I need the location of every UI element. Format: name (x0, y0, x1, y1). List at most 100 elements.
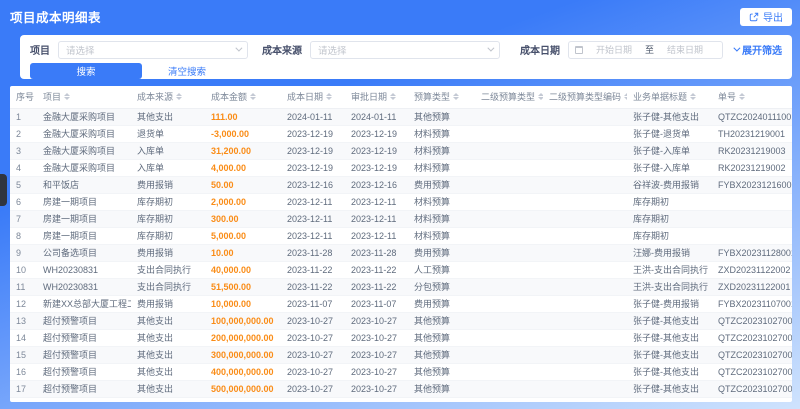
sort-icon[interactable] (624, 93, 627, 101)
sort-icon[interactable] (739, 93, 746, 101)
cell-budget-type2 (475, 312, 543, 330)
cell-budget-type: 分包预算 (408, 278, 475, 296)
cost-date-filter-label: 成本日期 (520, 46, 560, 57)
cell-cost-source: 入库单 (131, 159, 205, 177)
cell-doc-title: 张子健-其他支出 (627, 380, 712, 398)
cell-cost-date: 2023-11-22 (281, 261, 345, 279)
cell-no: 4 (10, 159, 37, 177)
cell-approve-date: 2023-10-27 (345, 346, 408, 364)
column-header-doc-title[interactable]: 业务单据标题 (627, 86, 712, 109)
export-button[interactable]: 导出 (740, 7, 792, 26)
sort-icon[interactable] (250, 93, 257, 101)
table-row[interactable]: 7 房建一期项目 库存期初 300.00 2023-12-11 2023-12-… (10, 210, 792, 228)
cell-no: 10 (10, 261, 37, 279)
sort-icon[interactable] (538, 93, 543, 101)
cell-cost-source: 其他支出 (131, 108, 205, 126)
sort-icon[interactable] (453, 93, 460, 101)
cell-cost-date: 2023-11-22 (281, 278, 345, 296)
cell-doc-title: 张子健-其他支出 (627, 108, 712, 126)
cell-budget-type: 材料预算 (408, 125, 475, 143)
side-drawer-handle[interactable] (0, 174, 7, 206)
cell-approve-date: 2023-12-19 (345, 159, 408, 177)
column-header-cost-date[interactable]: 成本日期 (281, 86, 345, 109)
end-date-input[interactable]: 结束日期 (654, 43, 716, 56)
cell-cost-amount: 51,500.00 (205, 278, 281, 296)
cell-doc-no (712, 210, 792, 228)
cell-doc-no: QTZC20231027002 (712, 329, 792, 347)
cell-budget-type2 (475, 125, 543, 143)
table-row[interactable]: 17 超付预警项目 其他支出 500,000,000.00 2023-10-27… (10, 380, 792, 398)
table-row[interactable]: 10 WH20230831 支出合同执行 40,000.00 2023-11-2… (10, 261, 792, 279)
cell-budget-type: 其他预算 (408, 346, 475, 364)
table-row[interactable]: 13 超付预警项目 其他支出 100,000,000.00 2023-10-27… (10, 312, 792, 330)
cell-budget-code (543, 261, 627, 279)
cell-doc-title: 王洪-支出合同执行 (627, 261, 712, 279)
cell-doc-title: 谷祥波-费用报销 (627, 176, 712, 194)
search-button[interactable]: 搜索 (30, 63, 142, 79)
cell-cost-amount: 40,000.00 (205, 261, 281, 279)
cell-doc-no: QTZC20240111001 (712, 108, 792, 126)
column-header-budget-type2[interactable]: 二级预算类型 (475, 86, 543, 109)
table-row[interactable]: 9 公司备选项目 费用报销 10.00 2023-11-28 2023-11-2… (10, 244, 792, 262)
cell-cost-source: 退货单 (131, 125, 205, 143)
cell-budget-type: 费用预算 (408, 295, 475, 313)
table-row[interactable]: 11 WH20230831 支出合同执行 51,500.00 2023-11-2… (10, 278, 792, 296)
cell-budget-type2 (475, 363, 543, 381)
clear-search-link[interactable]: 清空搜索 (168, 64, 206, 78)
table-row[interactable]: 5 和平饭店 费用报销 50.00 2023-12-16 2023-12-16 … (10, 176, 792, 194)
cell-no: 6 (10, 193, 37, 211)
cell-approve-date: 2023-10-27 (345, 312, 408, 330)
sort-icon[interactable] (390, 93, 397, 101)
column-header-cost-source[interactable]: 成本来源 (131, 86, 205, 109)
table-row[interactable]: 3 金融大厦采购项目 入库单 31,200.00 2023-12-19 2023… (10, 142, 792, 160)
cell-project: 超付预警项目 (37, 346, 131, 364)
table-row[interactable]: 6 房建一期项目 库存期初 2,000.00 2023-12-11 2023-1… (10, 193, 792, 211)
column-header-budget-code[interactable]: 二级预算类型编码 (543, 86, 627, 109)
column-header-project[interactable]: 项目 (37, 86, 131, 109)
cell-cost-date: 2023-12-16 (281, 176, 345, 194)
cell-doc-no: FYBX20231107001 (712, 295, 792, 313)
cell-budget-type2 (475, 380, 543, 398)
table-row[interactable]: 12 新建XX总部大厦工程二期 费用报销 10,000.00 2023-11-0… (10, 295, 792, 313)
cost-source-select-placeholder: 请选择 (318, 45, 347, 57)
sort-icon[interactable] (176, 93, 183, 101)
column-header-cost-amount[interactable]: 成本金额 (205, 86, 281, 109)
cost-source-select[interactable]: 请选择 (310, 40, 500, 59)
chevron-down-icon (235, 44, 243, 52)
sort-icon[interactable] (64, 93, 71, 101)
project-select[interactable]: 请选择 (58, 40, 248, 59)
cell-cost-date: 2023-12-19 (281, 142, 345, 160)
cell-project: 超付预警项目 (37, 312, 131, 330)
table-row[interactable]: 1 金融大厦采购项目 其他支出 111.00 2024-01-11 2024-0… (10, 108, 792, 126)
expand-filter-link[interactable]: 展开筛选 (733, 42, 782, 57)
sort-icon[interactable] (326, 93, 333, 101)
cell-project: 金融大厦采购项目 (37, 159, 131, 177)
cell-no: 13 (10, 312, 37, 330)
table-row[interactable]: 16 超付预警项目 其他支出 400,000,000.00 2023-10-27… (10, 363, 792, 381)
start-date-input[interactable]: 开始日期 (583, 43, 645, 56)
cell-project: WH20230831 (37, 261, 131, 279)
cell-doc-no: FYBX20231128001 (712, 244, 792, 262)
expand-filter-label: 展开筛选 (742, 46, 782, 57)
column-header-doc-no[interactable]: 单号 (712, 86, 792, 109)
cell-cost-date: 2023-10-27 (281, 363, 345, 381)
table-row[interactable]: 14 超付预警项目 其他支出 200,000,000.00 2023-10-27… (10, 329, 792, 347)
sort-icon[interactable] (690, 93, 697, 101)
cell-cost-date: 2023-12-19 (281, 125, 345, 143)
cell-budget-type2 (475, 278, 543, 296)
cost-date-range-picker[interactable]: 开始日期 至 结束日期 (568, 40, 723, 59)
cell-budget-type2 (475, 244, 543, 262)
cell-approve-date: 2023-10-27 (345, 380, 408, 398)
table-row[interactable]: 2 金融大厦采购项目 退货单 -3,000.00 2023-12-19 2023… (10, 125, 792, 143)
cell-no: 11 (10, 278, 37, 296)
cell-budget-code (543, 227, 627, 245)
column-header-approve-date[interactable]: 审批日期 (345, 86, 408, 109)
cell-cost-amount: 4,000.00 (205, 159, 281, 177)
cell-doc-no: ZXD20231122001 (712, 278, 792, 296)
cell-cost-source: 其他支出 (131, 363, 205, 381)
table-row[interactable]: 4 金融大厦采购项目 入库单 4,000.00 2023-12-19 2023-… (10, 159, 792, 177)
column-header-budget-type[interactable]: 预算类型 (408, 86, 475, 109)
table-row[interactable]: 15 超付预警项目 其他支出 300,000,000.00 2023-10-27… (10, 346, 792, 364)
table-row[interactable]: 8 房建一期项目 库存期初 5,000.00 2023-12-11 2023-1… (10, 227, 792, 245)
cell-doc-title: 张子健-其他支出 (627, 363, 712, 381)
